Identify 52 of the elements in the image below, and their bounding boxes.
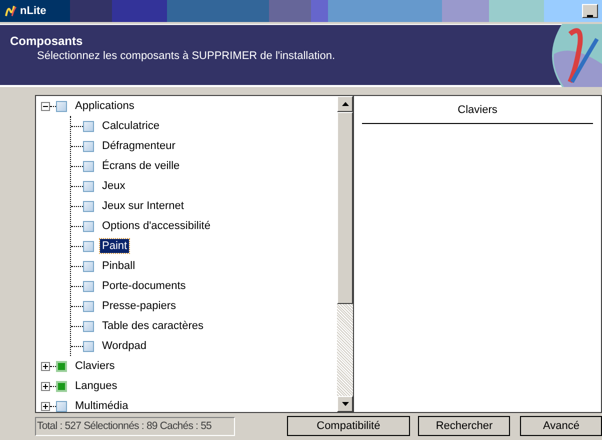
checkbox[interactable] xyxy=(83,200,94,212)
tree-item[interactable]: Applications xyxy=(73,99,136,113)
tree-item[interactable]: Jeux xyxy=(100,179,128,193)
tree-item[interactable]: Écrans de veille xyxy=(100,159,182,173)
logo-icon xyxy=(4,4,18,18)
scroll-up-button[interactable] xyxy=(337,96,353,112)
checkbox[interactable] xyxy=(83,260,94,272)
checkbox[interactable] xyxy=(83,120,94,132)
tree-item[interactable]: Presse-papiers xyxy=(100,299,178,313)
header-title: Composants xyxy=(10,34,84,48)
header-subtitle: Sélectionnez les composants à SUPPRIMER de l'installation. xyxy=(36,50,336,62)
expand-icon[interactable] xyxy=(41,402,50,410)
tree-item[interactable]: Langues xyxy=(73,379,120,393)
down-arrow-icon xyxy=(342,402,348,406)
checkbox[interactable] xyxy=(56,380,67,392)
up-arrow-icon xyxy=(342,102,348,106)
checkbox[interactable] xyxy=(56,100,67,112)
scroll-down-button[interactable] xyxy=(337,396,353,412)
checkbox[interactable] xyxy=(83,240,94,252)
window-title: nLite xyxy=(20,5,46,17)
minimize-button[interactable] xyxy=(582,4,598,18)
collapse-icon[interactable] xyxy=(41,102,50,110)
status-bar: Total : 527 Sélectionnés : 89 Cachés : 55 xyxy=(35,416,235,436)
tree-item[interactable]: Défragmenteur xyxy=(100,139,178,153)
tree-item[interactable]: Jeux sur Internet xyxy=(100,199,186,213)
scrollbar[interactable] xyxy=(337,96,353,412)
tree-item[interactable]: Wordpad xyxy=(100,339,148,353)
action-button[interactable]: Compatibilité xyxy=(286,416,410,436)
checkbox[interactable] xyxy=(83,160,94,172)
expand-icon[interactable] xyxy=(41,382,50,390)
checkbox[interactable] xyxy=(83,220,94,232)
checkbox[interactable] xyxy=(83,300,94,312)
tree-item[interactable]: Calculatrice xyxy=(100,119,162,133)
checkbox[interactable] xyxy=(83,340,94,352)
tree-item[interactable]: Paint xyxy=(100,239,130,253)
action-button[interactable]: Rechercher xyxy=(418,416,510,436)
tree-item[interactable]: Options d'accessibilité xyxy=(100,219,212,233)
checkbox[interactable] xyxy=(83,140,94,152)
tree-item[interactable]: Porte-documents xyxy=(100,279,188,293)
tree-item[interactable]: Multimédia xyxy=(73,399,130,412)
checkbox[interactable] xyxy=(56,360,67,372)
checkbox[interactable] xyxy=(83,320,94,332)
action-button[interactable]: Avancé xyxy=(520,416,602,436)
tree-item[interactable]: Table des caractères xyxy=(100,319,206,333)
checkbox[interactable] xyxy=(83,180,94,192)
checkbox[interactable] xyxy=(83,280,94,292)
tree-item[interactable]: Pinball xyxy=(100,259,138,273)
details-title: Claviers xyxy=(456,104,498,116)
tree-item[interactable]: Claviers xyxy=(73,359,117,373)
scroll-thumb[interactable] xyxy=(337,112,353,304)
expand-icon[interactable] xyxy=(41,362,50,370)
checkbox[interactable] xyxy=(56,400,67,412)
